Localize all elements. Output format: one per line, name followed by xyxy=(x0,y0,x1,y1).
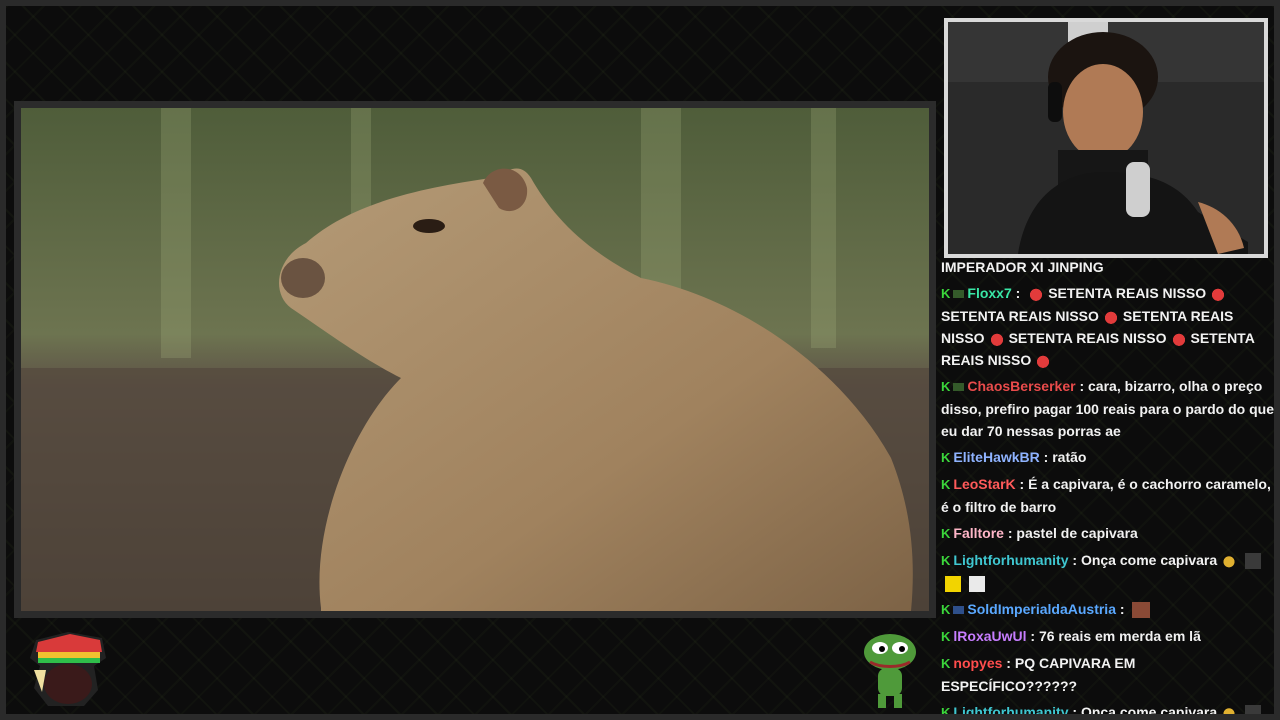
chat-message: K EliteHawkBR : ratão xyxy=(941,446,1274,469)
chat-message: KlRoxaUwUl : 76 reais em merda em lã xyxy=(941,625,1274,648)
leopard-emote-icon xyxy=(1221,705,1238,716)
mod-badge-icon: K xyxy=(941,602,951,617)
pepe-frog-icon xyxy=(864,634,916,708)
chat-username[interactable]: LeoStarK xyxy=(953,476,1015,492)
chat-username[interactable]: SoldImperialdaAustria xyxy=(967,601,1116,617)
chat-text: SETENTA REAIS NISSO xyxy=(1008,330,1167,346)
bomb-emote-icon xyxy=(1028,286,1045,303)
chat-username[interactable]: Floxx7 xyxy=(967,285,1011,301)
bomb-emote-icon xyxy=(1035,353,1052,370)
mod-badge-icon: K xyxy=(941,450,951,465)
mascot-icon xyxy=(30,632,106,706)
chat-panel: IMPERADOR XI JINPING K Floxx7 : SETENTA R… xyxy=(940,256,1274,716)
capybara-image xyxy=(21,108,929,611)
bomb-emote-icon xyxy=(1210,286,1227,303)
mod-badge-icon: K xyxy=(941,286,951,301)
chat-username[interactable]: nopyes xyxy=(953,655,1002,671)
chat-text: SETENTA REAIS NISSO xyxy=(941,308,1099,324)
chat-message: K Lightforhumanity : Onça come capivara xyxy=(941,549,1274,594)
dark-square-emote-icon xyxy=(1245,705,1262,716)
chat-username[interactable]: Lightforhumanity xyxy=(953,552,1068,568)
bomb-emote-icon xyxy=(988,331,1005,348)
bomb-emote-icon xyxy=(1170,331,1187,348)
chat-text: Onça come capivara xyxy=(1080,704,1218,716)
mod-badge-icon: K xyxy=(941,629,951,644)
webcam-frame xyxy=(944,18,1268,258)
chat-text: pastel de capivara xyxy=(1016,525,1138,541)
turbo-badge-icon xyxy=(953,290,965,299)
chat-top-fragment: IMPERADOR XI JINPING xyxy=(941,259,1104,275)
capybara-video[interactable] xyxy=(21,108,929,611)
chat-username[interactable]: EliteHawkBR xyxy=(953,449,1039,465)
brown-emote-icon xyxy=(1132,602,1151,619)
mod-badge-icon: K xyxy=(941,553,951,568)
chat-text: ratão xyxy=(1052,449,1087,465)
chat-message: Knopyes : PQ CAPIVARA EM ESPECÍFICO?????… xyxy=(941,655,1136,694)
leopard-emote-icon xyxy=(1221,553,1238,570)
mod-badge-icon: K xyxy=(941,526,951,541)
chat-username[interactable]: Lightforhumanity xyxy=(953,704,1068,716)
chat-username[interactable]: lRoxaUwUl xyxy=(953,628,1026,644)
chat-message: K SoldImperialdaAustria : xyxy=(941,598,1274,621)
chat-message: K ChaosBerserker : cara, bizarro, olha o … xyxy=(941,378,1274,439)
blue-badge-icon xyxy=(953,606,965,615)
chat-username[interactable]: Falltore xyxy=(953,525,1004,541)
chat-message: K Falltore : pastel de capivara xyxy=(941,522,1274,545)
chat-message: K Lightforhumanity : Onça come capivara xyxy=(941,701,1274,716)
white-square-emote-icon xyxy=(969,576,985,593)
chat-text: SETENTA REAIS NISSO xyxy=(1048,285,1207,301)
mod-badge-icon: K xyxy=(941,379,951,394)
chat-text: Onça come capivara xyxy=(1080,552,1218,568)
mod-badge-icon: K xyxy=(941,477,951,492)
turbo-badge-icon xyxy=(953,383,965,392)
chat-message: K Floxx7 : SETENTA REAIS NISSOSETENTA REA… xyxy=(941,285,1255,370)
dark-square-emote-icon xyxy=(1245,553,1262,570)
bomb-emote-icon xyxy=(1102,309,1119,326)
main-video-frame[interactable] xyxy=(14,101,936,618)
streamer-webcam xyxy=(948,22,1264,254)
yellow-square-emote-icon xyxy=(945,576,961,593)
mod-badge-icon: K xyxy=(941,705,951,716)
chat-username[interactable]: ChaosBerserker xyxy=(967,378,1075,394)
chat-message: K LeoStarK : É a capivara, é o cachorro c… xyxy=(941,476,1271,515)
chat-text: 76 reais em merda em lã xyxy=(1038,628,1201,644)
mod-badge-icon: K xyxy=(941,656,951,671)
